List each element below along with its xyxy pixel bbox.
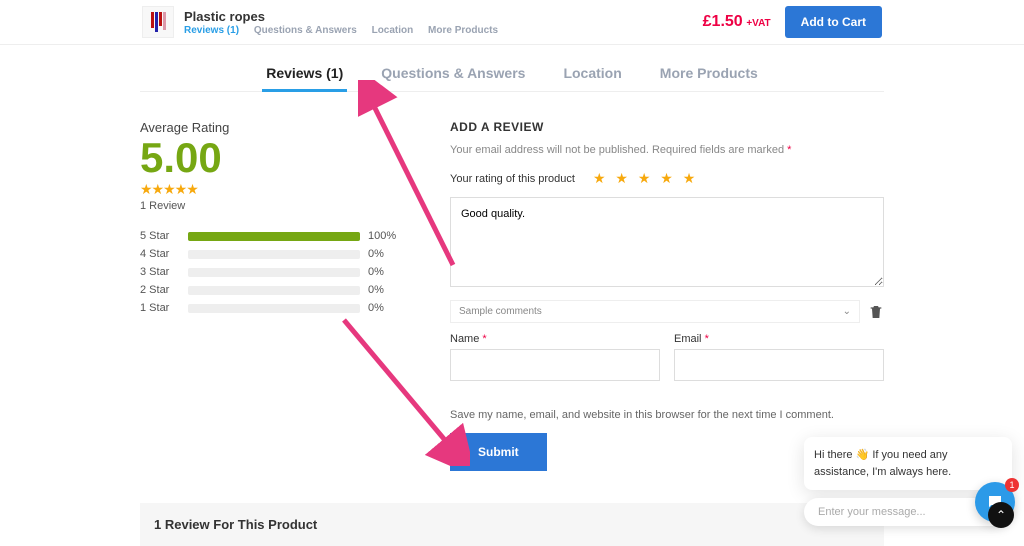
review-count: 1 Review (140, 200, 400, 212)
required-fields-note: Your email address will not be published… (450, 144, 884, 156)
add-to-cart-button[interactable]: Add to Cart (785, 6, 882, 38)
chat-greeting: Hi there 👋 If you need any assistance, I… (804, 437, 1012, 490)
rating-breakdown: 5 Star 100% 4 Star 0% 3 Star 0% 2 Star (140, 230, 400, 314)
product-thumbnail (142, 6, 174, 38)
breakdown-row: 1 Star 0% (140, 302, 400, 314)
rating-stars-input[interactable]: ★ ★ ★ ★ ★ (593, 170, 698, 187)
price-value: £1.50 (703, 13, 743, 30)
product-title: Plastic ropes (184, 9, 510, 24)
header-link-more[interactable]: More Products (428, 25, 498, 36)
sticky-header: Plastic ropes Reviews (1) Questions & An… (0, 0, 1024, 45)
name-input[interactable] (450, 349, 660, 381)
tabs: Reviews (1) Questions & Answers Location… (140, 59, 884, 92)
chat-badge: 1 (1005, 478, 1019, 492)
header-link-questions[interactable]: Questions & Answers (254, 25, 357, 36)
average-stars-icon: ★★★★★ (140, 181, 400, 198)
scroll-to-top-button[interactable]: ⌃ (988, 502, 1014, 528)
average-rating-label: Average Rating (140, 120, 400, 135)
price: £1.50 +VAT (703, 13, 771, 31)
breakdown-row: 4 Star 0% (140, 248, 400, 260)
trash-icon[interactable] (868, 304, 884, 320)
tab-questions[interactable]: Questions & Answers (381, 59, 525, 91)
save-info-note: Save my name, email, and website in this… (450, 409, 884, 421)
header-link-location[interactable]: Location (372, 25, 414, 36)
name-label: Name * (450, 333, 660, 345)
price-vat: +VAT (746, 18, 770, 29)
review-textarea[interactable] (450, 197, 884, 287)
submit-button[interactable]: Submit (450, 433, 547, 471)
review-list-title: 1 Review For This Product (140, 503, 884, 546)
breakdown-row: 3 Star 0% (140, 266, 400, 278)
tab-more-products[interactable]: More Products (660, 59, 758, 91)
average-rating-value: 5.00 (140, 137, 400, 179)
chevron-up-icon: ⌃ (996, 508, 1006, 522)
tab-location[interactable]: Location (563, 59, 621, 91)
tab-reviews[interactable]: Reviews (1) (266, 59, 343, 91)
email-input[interactable] (674, 349, 884, 381)
chevron-down-icon: ⌄ (843, 306, 851, 317)
email-label: Email * (674, 333, 884, 345)
add-review-title: ADD A REVIEW (450, 120, 884, 134)
your-rating-label: Your rating of this product (450, 173, 575, 185)
header-sublinks: Reviews (1) Questions & Answers Location… (184, 25, 510, 36)
breakdown-row: 2 Star 0% (140, 284, 400, 296)
header-link-reviews[interactable]: Reviews (1) (184, 25, 239, 36)
chat-widget: Hi there 👋 If you need any assistance, I… (804, 437, 1012, 526)
sample-comments-select[interactable]: Sample comments ⌄ (450, 300, 860, 323)
breakdown-row: 5 Star 100% (140, 230, 400, 242)
